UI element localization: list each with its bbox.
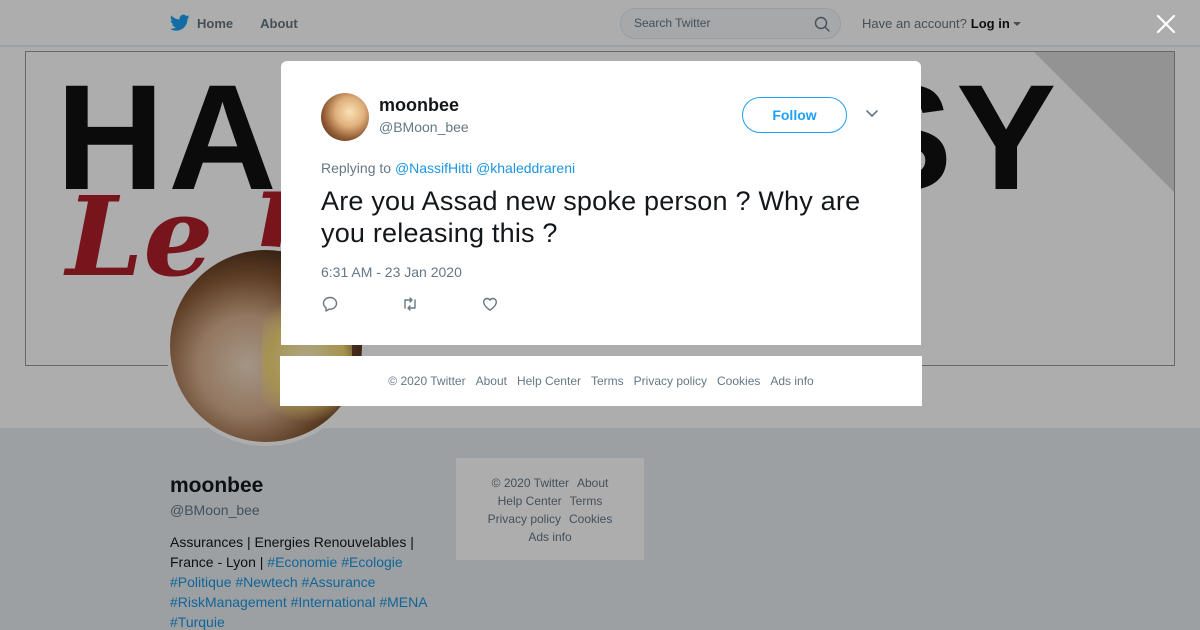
modal-footer-terms-link[interactable]: Terms — [591, 374, 624, 388]
modal-footer-privacy-link[interactable]: Privacy policy — [634, 374, 707, 388]
author-avatar[interactable] — [321, 93, 369, 141]
tweet-actions — [321, 295, 561, 313]
tweet-modal: moonbee @BMoon_bee Follow Replying to @N… — [281, 61, 921, 345]
modal-footer-about-link[interactable]: About — [476, 374, 507, 388]
follow-button[interactable]: Follow — [742, 97, 847, 133]
tweet-text: Are you Assad new spoke person ? Why are… — [321, 186, 861, 248]
replying-prefix: Replying to — [321, 160, 392, 176]
modal-footer-cookies-link[interactable]: Cookies — [717, 374, 760, 388]
mention-link-1[interactable]: @NassifHitti — [395, 160, 472, 176]
modal-footer-ads-link[interactable]: Ads info — [770, 374, 813, 388]
reply-icon[interactable] — [321, 295, 339, 313]
modal-footer: © 2020 Twitter About Help Center Terms P… — [280, 356, 922, 406]
tweet-timestamp[interactable]: 6:31 AM - 23 Jan 2020 — [321, 264, 462, 280]
close-icon[interactable] — [1156, 14, 1176, 34]
chevron-down-icon[interactable] — [865, 109, 879, 119]
modal-footer-help-link[interactable]: Help Center — [517, 374, 581, 388]
author-handle[interactable]: @BMoon_bee — [379, 119, 469, 135]
author-name[interactable]: moonbee — [379, 95, 459, 116]
retweet-icon[interactable] — [401, 295, 419, 313]
mention-link-2[interactable]: @khaleddrareni — [476, 160, 575, 176]
heart-icon[interactable] — [481, 295, 499, 313]
modal-footer-copyright: © 2020 Twitter — [388, 374, 466, 388]
replying-to: Replying to @NassifHitti @khaleddrareni — [321, 160, 575, 176]
